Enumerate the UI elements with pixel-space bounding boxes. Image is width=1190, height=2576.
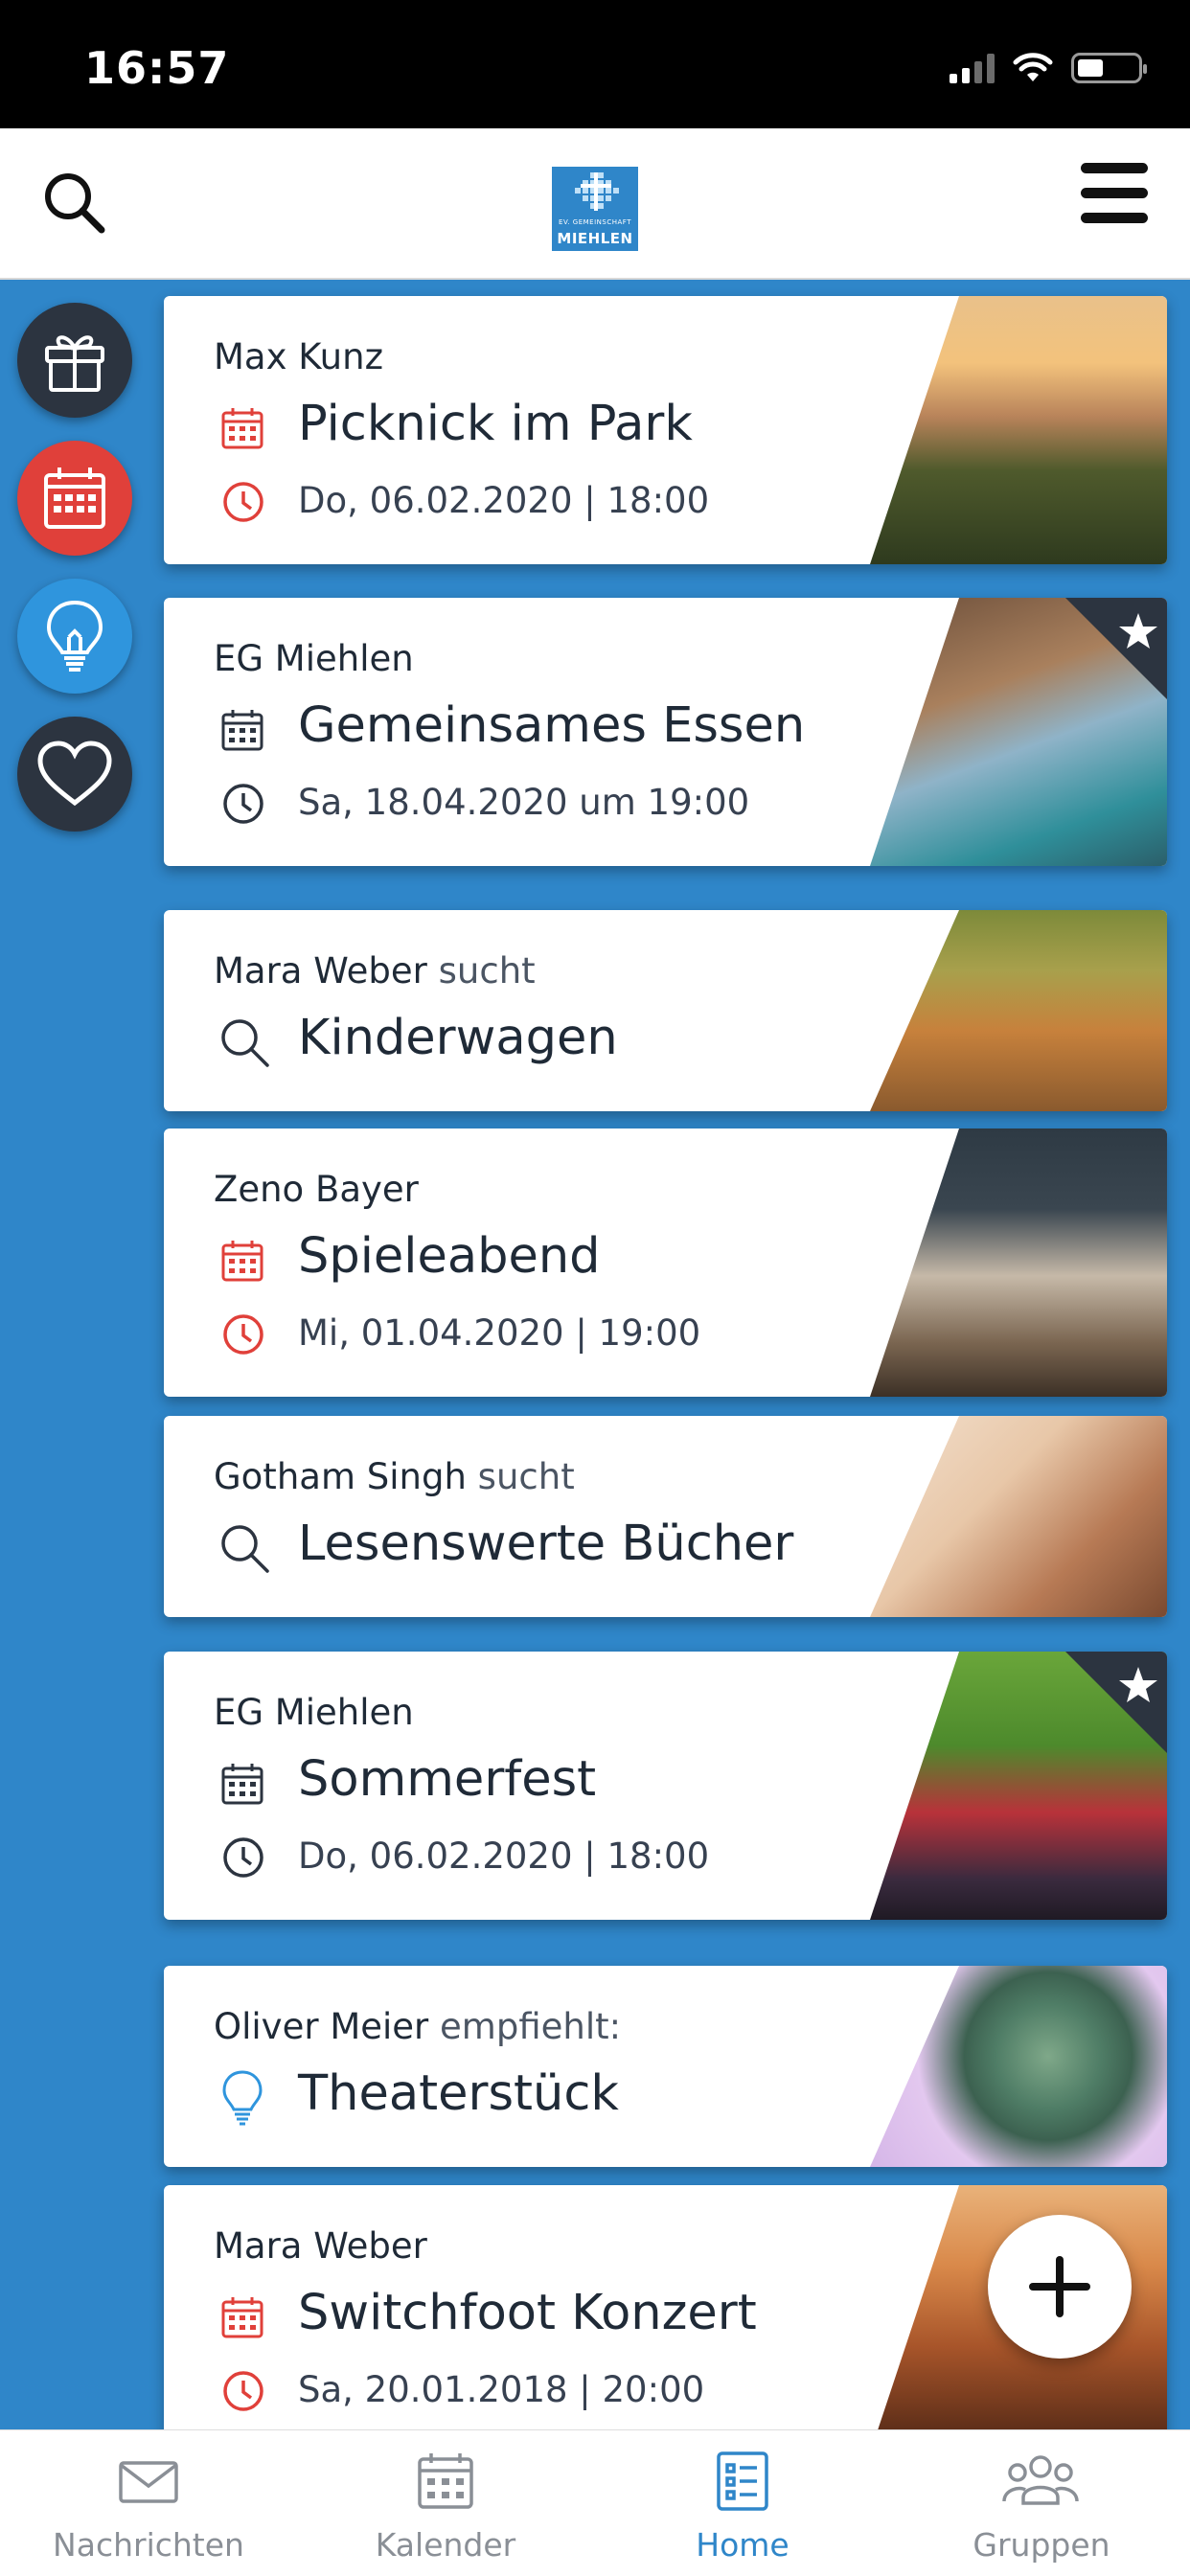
feed-card[interactable]: Oliver Meier empfiehlt: Theaterstück — [164, 1966, 1167, 2167]
card-verb: empfiehlt: — [440, 2006, 622, 2047]
status-icons — [950, 52, 1147, 84]
card-title: Theaterstück — [298, 2065, 619, 2122]
card-image — [870, 1416, 1167, 1617]
card-author: Oliver Meier — [214, 2006, 429, 2047]
group-icon — [1002, 2455, 1079, 2505]
card-author: Mara Weber — [214, 950, 427, 992]
clock-icon — [223, 2371, 263, 2411]
card-image — [870, 1966, 1167, 2167]
tab-label: Home — [696, 2526, 790, 2564]
card-verb: sucht — [477, 1456, 575, 1497]
card-title: Switchfoot Konzert — [298, 2285, 757, 2341]
calendar-button[interactable] — [17, 441, 132, 556]
hamburger-menu-icon[interactable] — [1081, 163, 1152, 224]
gift-button[interactable] — [17, 303, 132, 418]
app-logo: EV. GEMEINSCHAFT MIEHLEN — [552, 167, 638, 251]
calendar-icon — [221, 408, 263, 449]
card-image — [870, 296, 1167, 564]
calendar-icon — [221, 710, 263, 751]
logo-title: MIEHLEN — [557, 230, 633, 247]
card-date: Sa, 18.04.2020 um 19:00 — [298, 782, 750, 823]
card-author: EG Miehlen — [214, 1692, 414, 1733]
calendar-icon — [44, 467, 105, 529]
status-time: 16:57 — [84, 42, 230, 94]
card-author: Zeno Bayer — [214, 1169, 419, 1210]
feed-card[interactable]: Zeno Bayer Spieleabend Mi, 01.04.2020 | … — [164, 1128, 1167, 1397]
clock-icon — [223, 784, 263, 824]
add-button[interactable] — [988, 2215, 1132, 2359]
card-title: Sommerfest — [298, 1751, 597, 1808]
card-date: Do, 06.02.2020 | 18:00 — [298, 480, 710, 521]
clock-icon — [223, 1837, 263, 1878]
card-image — [870, 910, 1167, 1111]
tab-kalender[interactable]: Kalender — [297, 2430, 594, 2576]
calendar-icon — [221, 1764, 263, 1805]
card-author: Max Kunz — [214, 336, 383, 377]
tab-nachrichten[interactable]: Nachrichten — [0, 2430, 297, 2576]
card-title: Lesenswerte Bücher — [298, 1516, 794, 1572]
heart-icon — [37, 741, 112, 807]
status-bar: 16:57 — [0, 0, 1190, 128]
favorites-button[interactable] — [17, 717, 132, 832]
card-title: Spieleabend — [298, 1228, 601, 1285]
tab-home[interactable]: Home — [594, 2430, 891, 2576]
tab-label: Nachrichten — [53, 2526, 244, 2564]
search-icon[interactable] — [38, 167, 111, 239]
list-icon — [717, 2451, 768, 2511]
lightbulb-icon — [46, 600, 103, 672]
card-date: Do, 06.02.2020 | 18:00 — [298, 1835, 710, 1877]
feed-card[interactable]: Gotham Singh sucht Lesenswerte Bücher — [164, 1416, 1167, 1617]
card-author: Gotham Singh — [214, 1456, 467, 1497]
card-author: EG Miehlen — [214, 638, 414, 679]
card-title: Kinderwagen — [298, 1010, 618, 1066]
card-title: Gemeinsames Essen — [298, 697, 806, 754]
star-icon[interactable] — [1054, 598, 1167, 711]
card-title: Picknick im Park — [298, 396, 693, 452]
feed-card[interactable]: Mara Weber sucht Kinderwagen — [164, 910, 1167, 1111]
logo-subtitle: EV. GEMEINSCHAFT — [559, 218, 631, 226]
lightbulb-icon — [222, 2070, 263, 2126]
tips-button[interactable] — [17, 579, 132, 694]
card-image — [870, 1128, 1167, 1397]
gift-icon — [45, 335, 104, 392]
search-icon — [221, 1019, 269, 1067]
envelope-icon — [119, 2461, 178, 2503]
signal-icon — [950, 53, 995, 83]
clock-icon — [223, 1314, 263, 1355]
search-icon — [221, 1525, 269, 1573]
tab-label: Kalender — [375, 2526, 516, 2564]
feed-card[interactable]: EG Miehlen Sommerfest Do, 06.02.2020 | 1… — [164, 1652, 1167, 1920]
tab-label: Gruppen — [973, 2526, 1110, 2564]
card-date: Sa, 20.01.2018 | 20:00 — [298, 2369, 705, 2410]
tab-gruppen[interactable]: Gruppen — [893, 2430, 1190, 2576]
app-header: EV. GEMEINSCHAFT MIEHLEN — [0, 128, 1190, 280]
calendar-icon — [221, 2297, 263, 2338]
wifi-icon — [1013, 53, 1053, 81]
battery-icon — [1071, 53, 1147, 83]
clock-icon — [223, 482, 263, 522]
card-verb: sucht — [438, 950, 536, 992]
card-date: Mi, 01.04.2020 | 19:00 — [298, 1312, 701, 1354]
star-icon[interactable] — [1054, 1652, 1167, 1765]
calendar-icon — [418, 2453, 473, 2509]
tab-bar: Nachrichten Kalender Home Gruppen — [0, 2429, 1190, 2576]
calendar-icon — [221, 1241, 263, 1282]
feed-card[interactable]: Max Kunz Picknick im Park Do, 06.02.2020… — [164, 296, 1167, 564]
card-author: Mara Weber — [214, 2225, 427, 2267]
feed-card[interactable]: EG Miehlen Gemeinsames Essen Sa, 18.04.2… — [164, 598, 1167, 866]
